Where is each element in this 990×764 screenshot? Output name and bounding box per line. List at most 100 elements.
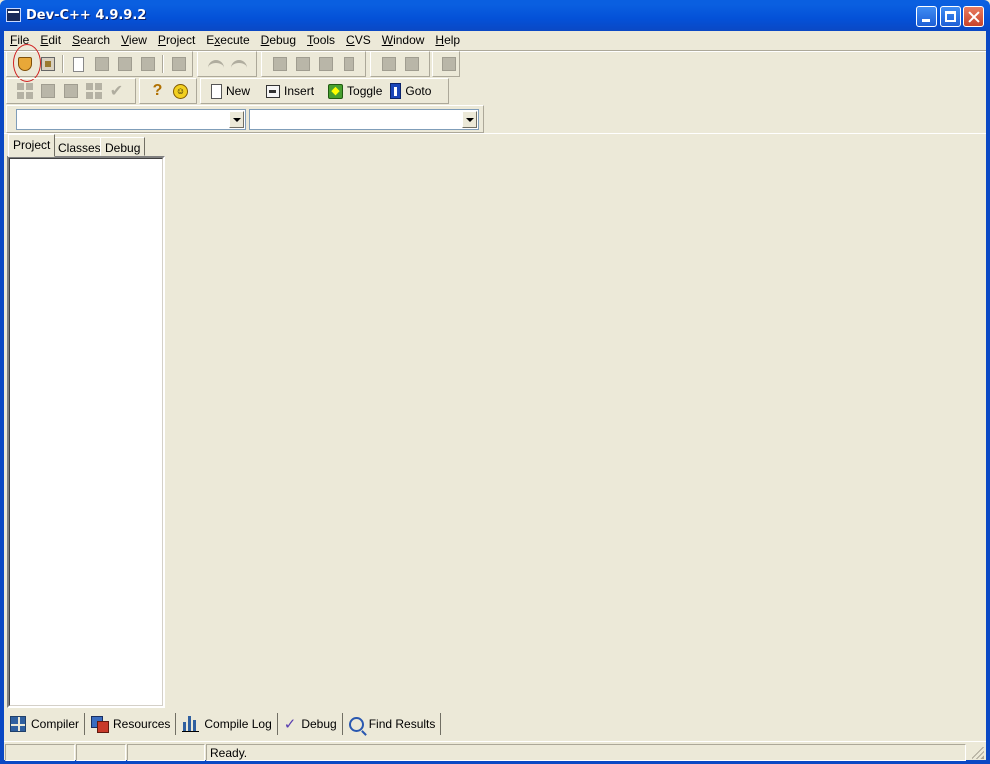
compile-icon: [16, 83, 33, 99]
annotation-circle: [13, 44, 41, 82]
status-panel-lines: [127, 744, 205, 761]
tab-compiler[interactable]: Compiler: [4, 713, 86, 735]
goto-line-icon: [343, 57, 354, 71]
redo-button[interactable]: [227, 53, 250, 75]
toggle-button[interactable]: ◆ Toggle: [324, 80, 386, 102]
find-next-button[interactable]: [314, 53, 337, 75]
class-combo[interactable]: [16, 109, 246, 130]
help-icon: ?: [152, 82, 163, 99]
bookmark-toolbar: New Insert ◆ Toggle Goto: [200, 78, 449, 104]
chevron-down-icon: [232, 117, 241, 122]
new-file-button[interactable]: [67, 53, 90, 75]
tab-compile-log[interactable]: Compile Log: [176, 713, 278, 735]
replace-icon: [295, 57, 310, 71]
rebuild-button[interactable]: [82, 80, 105, 102]
comment-icon: [442, 57, 456, 71]
search-toolbar: [261, 51, 366, 77]
debug-check-icon: ✓: [283, 716, 297, 733]
status-message: Ready.: [206, 744, 966, 761]
menu-help[interactable]: Help: [429, 31, 465, 49]
goto-button[interactable]: Goto: [386, 80, 435, 102]
menu-debug[interactable]: Debug: [255, 31, 301, 49]
rebuild-icon: [85, 83, 102, 99]
tab-project[interactable]: Project: [8, 134, 56, 157]
undo-icon: [207, 60, 224, 68]
maximize-button[interactable]: [940, 6, 961, 27]
save-icon: [117, 57, 132, 71]
tab-find-results[interactable]: Find Results: [343, 713, 442, 735]
status-panel-mode: [76, 744, 126, 761]
member-combo[interactable]: [249, 109, 479, 130]
project-options-icon: [40, 57, 55, 71]
undo-button[interactable]: [204, 53, 227, 75]
open-icon: [94, 57, 109, 71]
unindent-button[interactable]: [400, 53, 423, 75]
new-button[interactable]: New: [207, 80, 254, 102]
help-toolbar: ? ☺: [139, 78, 197, 104]
menu-view[interactable]: View: [115, 31, 152, 49]
indent-button[interactable]: [377, 53, 400, 75]
app-icon[interactable]: [6, 8, 21, 22]
menu-project[interactable]: Project: [152, 31, 200, 49]
goto-line-button[interactable]: [337, 53, 360, 75]
size-grip[interactable]: [972, 747, 984, 759]
indent-icon: [381, 57, 396, 71]
run-button[interactable]: [36, 80, 59, 102]
insert-icon: [266, 84, 281, 98]
project-tree[interactable]: [7, 156, 165, 708]
minimize-button[interactable]: [916, 6, 937, 27]
compile-button[interactable]: [13, 80, 36, 102]
menu-tools[interactable]: Tools: [301, 31, 340, 49]
indent-toolbar: [370, 51, 430, 77]
new-page-icon: [211, 83, 222, 99]
undo-toolbar: [197, 51, 257, 77]
menu-bar: File Edit Search View Project Execute De…: [4, 31, 986, 51]
tab-debug[interactable]: Debug: [100, 137, 146, 156]
syntax-check-button[interactable]: ✔: [105, 80, 128, 102]
insert-button[interactable]: Insert: [262, 80, 318, 102]
window-frame-right: [986, 31, 990, 764]
help-button[interactable]: ?: [146, 80, 169, 102]
save-all-button[interactable]: [136, 53, 159, 75]
title-bar[interactable]: Dev-C++ 4.9.9.2: [0, 0, 990, 31]
menu-cvs[interactable]: CVS: [340, 31, 376, 49]
menu-window[interactable]: Window: [376, 31, 430, 49]
tab-resources[interactable]: Resources: [85, 713, 177, 735]
find-results-icon: [348, 716, 364, 732]
class-combo-dropdown[interactable]: [229, 111, 244, 128]
window-frame-left: [0, 31, 4, 764]
resources-icon: [91, 716, 110, 733]
close-button[interactable]: [963, 6, 984, 27]
about-button[interactable]: ☺: [169, 80, 192, 102]
check-icon: ✔: [109, 83, 124, 100]
status-panel-position: [5, 744, 75, 761]
smiley-icon: ☺: [173, 83, 188, 99]
run-icon: [40, 84, 55, 98]
save-button[interactable]: [113, 53, 136, 75]
find-next-icon: [318, 57, 333, 71]
find-button[interactable]: [268, 53, 291, 75]
window-title: Dev-C++ 4.9.9.2: [26, 8, 147, 23]
unindent-icon: [404, 57, 419, 71]
compile-run-icon: [63, 84, 78, 98]
redo-icon: [230, 60, 247, 68]
print-icon: [171, 57, 186, 71]
compile-run-button[interactable]: [59, 80, 82, 102]
compile-toolbar: ✔: [6, 78, 136, 104]
replace-button[interactable]: [291, 53, 314, 75]
new-file-icon: [73, 56, 84, 72]
toggle-comment-button[interactable]: [439, 53, 459, 75]
menu-execute[interactable]: Execute: [200, 31, 254, 49]
member-combo-dropdown[interactable]: [462, 111, 477, 128]
tab-classes[interactable]: Classes: [53, 137, 106, 156]
bottom-tab-bar: Compiler Resources Compile Log ✓ Debug Fi…: [4, 713, 442, 735]
menu-search[interactable]: Search: [66, 31, 115, 49]
tab-debug-output[interactable]: ✓ Debug: [278, 713, 343, 735]
menu-edit[interactable]: Edit: [34, 31, 66, 49]
maximize-icon: [945, 11, 956, 22]
open-file-button[interactable]: [90, 53, 113, 75]
misc-toolbar: [432, 51, 460, 77]
toggle-bookmark-icon: ◆: [328, 83, 344, 99]
print-button[interactable]: [167, 53, 190, 75]
compiler-icon: [10, 716, 26, 732]
